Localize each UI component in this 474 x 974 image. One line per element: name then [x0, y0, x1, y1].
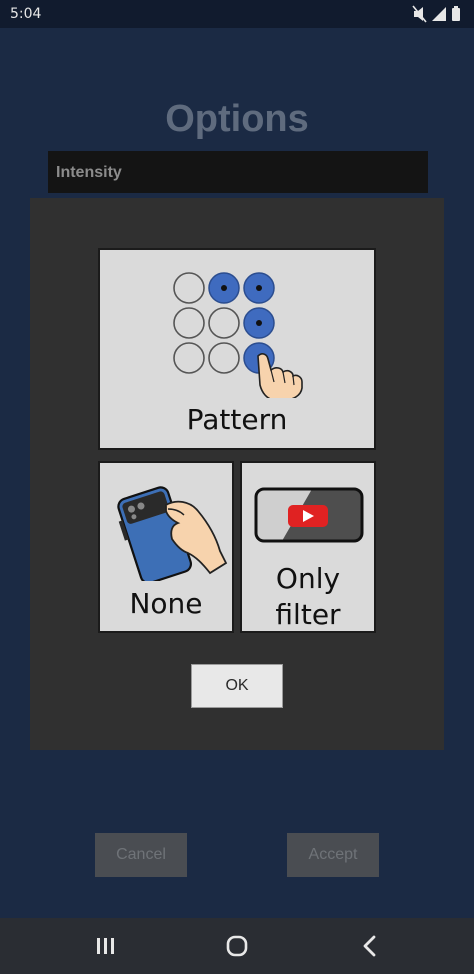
cancel-button: Cancel: [95, 833, 187, 877]
pattern-option[interactable]: Pattern: [98, 248, 376, 450]
only-filter-label-line2: filter: [275, 598, 341, 631]
status-time: 5:04: [10, 6, 42, 22]
only-filter-label-line1: Only: [275, 562, 341, 595]
signal-icon: [432, 7, 446, 21]
video-filter-icon: [254, 487, 364, 543]
pattern-label: Pattern: [186, 403, 288, 436]
accept-button: Accept: [287, 833, 379, 877]
none-option[interactable]: None: [98, 461, 234, 633]
only-filter-option[interactable]: Only filter: [240, 461, 376, 633]
intensity-header: Intensity: [48, 151, 428, 193]
none-label: None: [129, 587, 203, 620]
battery-icon: [452, 6, 460, 21]
navigation-bar: [0, 918, 474, 974]
home-icon[interactable]: [217, 928, 257, 964]
lock-mode-dialog: Pattern None Only filter OK: [30, 198, 444, 750]
phone-hand-icon: [117, 486, 228, 581]
page-title: Options: [165, 98, 309, 140]
status-bar: 5:04: [0, 0, 474, 28]
back-icon[interactable]: [350, 928, 390, 964]
recents-icon[interactable]: [85, 928, 125, 964]
ok-button[interactable]: OK: [191, 664, 283, 708]
pattern-lock-icon: [173, 272, 303, 398]
mute-icon: [412, 5, 427, 23]
status-icons: [412, 5, 460, 23]
only-filter-label: Only filter: [242, 561, 374, 633]
